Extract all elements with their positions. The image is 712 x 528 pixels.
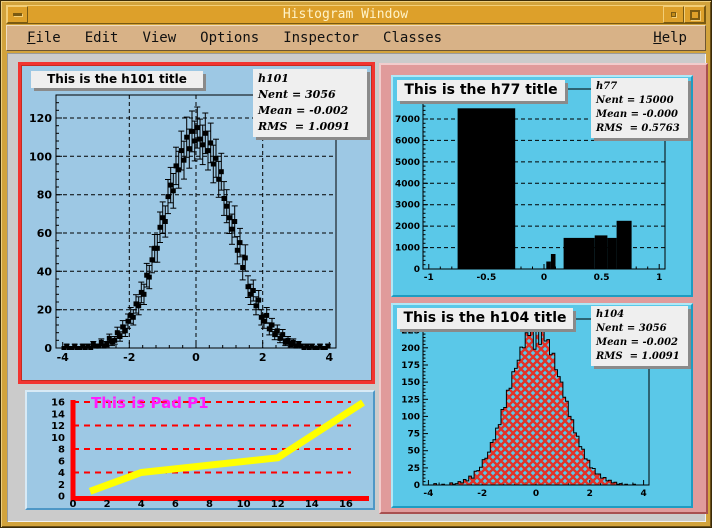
- svg-text:14: 14: [305, 499, 319, 508]
- menu-help[interactable]: Help: [645, 28, 695, 48]
- window-menu-icon: [13, 13, 22, 16]
- titlebar[interactable]: Histogram Window: [6, 5, 706, 24]
- svg-text:3000: 3000: [395, 201, 420, 211]
- svg-text:80: 80: [37, 189, 53, 202]
- svg-text:0: 0: [414, 481, 420, 491]
- svg-text:150: 150: [401, 378, 420, 388]
- maximize-icon: [690, 10, 700, 20]
- svg-text:-2: -2: [123, 351, 135, 364]
- h104-stats-box[interactable]: h104 Nent = 3056 Mean = -0.002 RMS = 1.0…: [591, 306, 688, 366]
- svg-text:50: 50: [407, 447, 420, 457]
- maximize-button[interactable]: [684, 6, 705, 23]
- svg-text:-2: -2: [477, 489, 487, 499]
- p1-title: This is Pad P1: [91, 394, 209, 412]
- window-title: Histogram Window: [28, 6, 663, 23]
- svg-text:0: 0: [58, 492, 65, 503]
- svg-text:4: 4: [138, 499, 145, 508]
- svg-text:40: 40: [37, 265, 53, 278]
- iconify-button[interactable]: [663, 6, 684, 23]
- menu-classes[interactable]: Classes: [373, 28, 452, 48]
- svg-text:0: 0: [44, 342, 52, 355]
- menu-edit[interactable]: Edit: [75, 28, 129, 48]
- svg-text:60: 60: [37, 227, 53, 240]
- stats-line: h77: [591, 80, 688, 94]
- root-canvas[interactable]: -4-2024020406080100120 This is the h101 …: [7, 53, 706, 522]
- svg-text:2: 2: [58, 480, 65, 491]
- svg-text:12: 12: [51, 421, 65, 432]
- h101-stats-box[interactable]: h101 Nent = 3056 Mean = -0.002 RMS = 1.0…: [253, 69, 367, 137]
- svg-text:0: 0: [414, 265, 420, 275]
- svg-text:-0.5: -0.5: [477, 273, 497, 283]
- svg-text:1: 1: [656, 273, 662, 283]
- h104-title-box[interactable]: This is the h104 title: [397, 308, 573, 329]
- svg-text:6: 6: [58, 456, 65, 467]
- h77-stats-box[interactable]: h77 Nent = 15000 Mean = -0.000 RMS = 0.5…: [591, 78, 688, 138]
- stats-line: Nent = 3056: [253, 87, 367, 103]
- svg-text:8: 8: [206, 499, 213, 508]
- svg-text:0: 0: [70, 499, 77, 508]
- stats-line: RMS = 0.5763: [591, 122, 688, 136]
- svg-text:-1: -1: [424, 273, 434, 283]
- stats-line: h101: [253, 71, 367, 87]
- svg-text:6000: 6000: [395, 136, 420, 146]
- svg-text:8: 8: [58, 445, 65, 456]
- histogram-window: Histogram Window File Edit View Options …: [0, 0, 712, 528]
- stats-line: RMS = 1.0091: [591, 350, 688, 364]
- svg-text:2: 2: [104, 499, 111, 508]
- svg-text:6: 6: [172, 499, 179, 508]
- menu-view[interactable]: View: [132, 28, 186, 48]
- stats-line: RMS = 1.0091: [253, 119, 367, 135]
- svg-text:4000: 4000: [395, 179, 420, 189]
- svg-text:200: 200: [401, 344, 420, 354]
- svg-text:175: 175: [401, 361, 420, 371]
- h77-title-box[interactable]: This is the h77 title: [397, 80, 565, 101]
- svg-text:5000: 5000: [395, 158, 420, 168]
- pad-p1[interactable]: 02468101214160246810121416 This is Pad P…: [25, 390, 375, 510]
- h101-title-box[interactable]: This is the h101 title: [31, 71, 203, 88]
- svg-text:120: 120: [29, 112, 52, 125]
- svg-text:7000: 7000: [395, 115, 420, 125]
- svg-text:75: 75: [407, 430, 420, 440]
- svg-text:1000: 1000: [395, 244, 420, 254]
- svg-text:10: 10: [237, 499, 251, 508]
- svg-text:0.5: 0.5: [594, 273, 610, 283]
- stats-line: Mean = -0.002: [253, 103, 367, 119]
- svg-text:125: 125: [401, 395, 420, 405]
- stats-line: Mean = -0.000: [591, 108, 688, 122]
- svg-text:2: 2: [259, 351, 267, 364]
- menubar: File Edit View Options Inspector Classes…: [6, 25, 706, 51]
- pad-h101-selected[interactable]: -4-2024020406080100120 This is the h101 …: [18, 62, 375, 384]
- pad-h77[interactable]: 0 1000 2000 3000 4000 5000 6000 7000 -1 -0.5 0 0.5 1…: [391, 75, 693, 297]
- svg-text:2: 2: [587, 489, 593, 499]
- svg-text:-4: -4: [423, 489, 433, 499]
- svg-text:0: 0: [192, 351, 200, 364]
- svg-text:4: 4: [325, 351, 333, 364]
- iconify-icon: [671, 12, 676, 17]
- pad-h104[interactable]: 0255075100125150175200225-4-2024 This is…: [391, 303, 693, 508]
- svg-text:20: 20: [37, 304, 53, 317]
- svg-text:14: 14: [51, 409, 65, 420]
- menu-file[interactable]: File: [17, 28, 71, 48]
- stats-line: Nent = 3056: [591, 322, 688, 336]
- svg-text:16: 16: [339, 499, 353, 508]
- window-menu-button[interactable]: [7, 6, 28, 23]
- svg-text:12: 12: [271, 499, 285, 508]
- svg-text:4: 4: [640, 489, 646, 499]
- svg-text:16: 16: [51, 398, 65, 409]
- svg-text:25: 25: [407, 464, 420, 474]
- svg-text:100: 100: [29, 150, 52, 163]
- svg-text:100: 100: [401, 412, 420, 422]
- stats-line: Mean = -0.002: [591, 336, 688, 350]
- svg-text:4: 4: [58, 468, 65, 479]
- svg-text:10: 10: [51, 433, 65, 444]
- pad-right-group[interactable]: 01000200030004000500060007000-1-0.500.51…: [379, 63, 708, 514]
- stats-line: h104: [591, 308, 688, 322]
- svg-text:0: 0: [533, 489, 539, 499]
- svg-text:-4: -4: [57, 351, 70, 364]
- menu-options[interactable]: Options: [190, 28, 269, 48]
- svg-text:0: 0: [541, 273, 547, 283]
- svg-text:2000: 2000: [395, 222, 420, 232]
- menu-inspector[interactable]: Inspector: [273, 28, 369, 48]
- stats-line: Nent = 15000: [591, 94, 688, 108]
